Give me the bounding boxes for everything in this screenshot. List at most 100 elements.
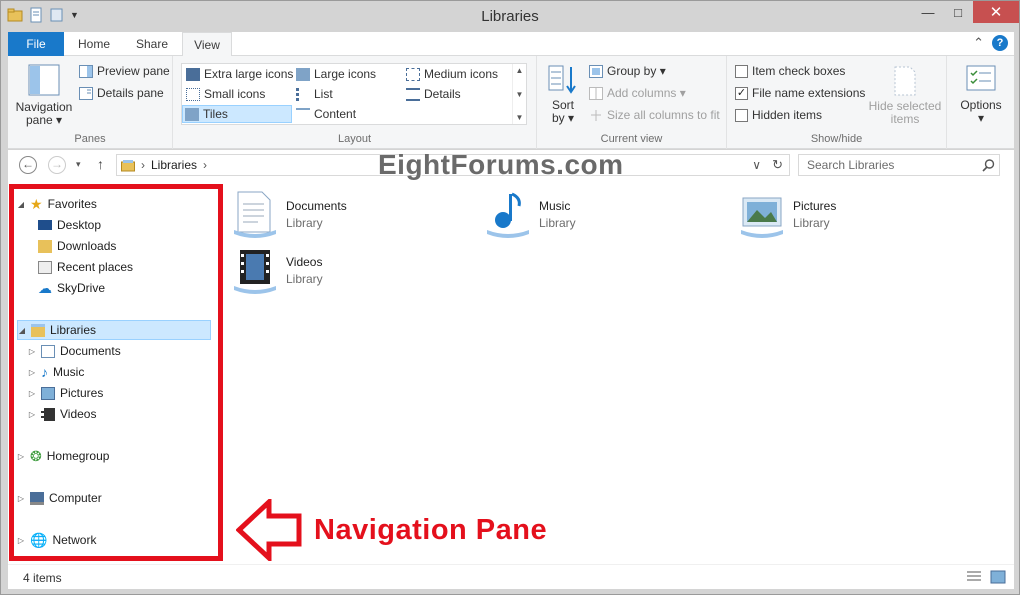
tile-music[interactable]: Music Library	[485, 188, 735, 240]
navigation-pane-highlight	[9, 184, 223, 561]
add-columns-icon	[589, 86, 603, 100]
preview-pane-icon	[79, 64, 93, 78]
window-title: Libraries	[481, 8, 539, 25]
videos-icon	[234, 250, 276, 294]
size-columns-icon	[591, 109, 601, 121]
tile-type: Library	[286, 215, 323, 230]
layout-content[interactable]: Content	[294, 105, 358, 123]
libraries-icon	[121, 159, 135, 171]
ribbon-tabs: File Home Share View ⌃ ?	[8, 32, 1014, 57]
refresh-icon[interactable]: ↻	[772, 157, 783, 173]
documents-icon	[234, 191, 276, 238]
address-separator-icon: ›	[141, 158, 145, 172]
watermark: EightForums.com	[378, 149, 624, 180]
layout-details[interactable]: Details	[404, 85, 463, 103]
navigation-pane-button[interactable]: Navigation pane ▾	[14, 64, 74, 127]
layout-item-label: Details	[424, 87, 461, 101]
content-area: ◢ ★ Favorites Desktop Downloads Recent p…	[8, 180, 1014, 564]
layout-list[interactable]: List	[294, 85, 335, 103]
details-pane-button[interactable]: Details pane	[79, 86, 164, 100]
layout-tiles[interactable]: Tiles	[182, 105, 292, 123]
status-bar: 4 items	[8, 564, 1014, 589]
navigation-pane-icon	[28, 64, 60, 96]
options-arrow: ▾	[977, 111, 985, 125]
group-by-label: Group by ▾	[607, 64, 666, 78]
item-check-boxes-label: Item check boxes	[752, 64, 846, 78]
layout-medium-icons[interactable]: Medium icons	[404, 65, 500, 83]
size-all-columns-button[interactable]: Size all columns to fit	[589, 108, 720, 122]
scroll-down-icon[interactable]: ▼	[516, 90, 524, 99]
layout-item-label: List	[314, 87, 333, 101]
address-separator-icon: ›	[203, 158, 208, 172]
current-view-group: Sort by ▾ Group by ▾ Add columns ▾ Size …	[537, 56, 727, 149]
layout-item-label: Content	[314, 107, 357, 121]
tile-pictures[interactable]: Pictures Library	[739, 188, 989, 240]
details-view-icon[interactable]	[966, 570, 982, 584]
tile-documents[interactable]: Documents Library	[232, 188, 482, 240]
layout-small-icons[interactable]: Small icons	[184, 85, 267, 103]
search-icon[interactable]	[982, 159, 995, 172]
sort-by-button[interactable]: Sort by ▾	[545, 64, 581, 125]
add-columns-button[interactable]: Add columns ▾	[589, 86, 686, 100]
tile-type: Library	[539, 215, 576, 230]
add-columns-label: Add columns ▾	[607, 86, 686, 100]
layout-extra-large-icons[interactable]: Extra large icons	[184, 65, 295, 83]
file-name-extensions-checkbox[interactable]: ✓	[735, 86, 748, 100]
breadcrumb-libraries[interactable]: Libraries	[151, 158, 197, 172]
extra-large-icons-icon	[186, 67, 200, 81]
maximize-button[interactable]: □	[943, 1, 973, 23]
navigation-pane: ◢ ★ Favorites Desktop Downloads Recent p…	[8, 180, 223, 564]
file-name-extensions-toggle[interactable]: ✓ File name extensions	[735, 86, 865, 100]
tab-share[interactable]: Share	[126, 32, 178, 56]
help-icon[interactable]: ?	[992, 35, 1008, 51]
group-by-button[interactable]: Group by ▾	[589, 64, 666, 78]
hide-selected-items-button[interactable]: Hide selected items	[867, 66, 943, 126]
layout-item-label: Extra large icons	[204, 67, 294, 81]
options-button[interactable]: Options ▾	[952, 64, 1010, 125]
size-all-columns-label: Size all columns to fit	[607, 108, 720, 122]
layout-item-label: Small icons	[204, 87, 266, 101]
item-check-boxes-checkbox[interactable]	[735, 64, 748, 78]
item-check-boxes-toggle[interactable]: Item check boxes	[735, 64, 845, 78]
panes-group-label: Panes	[74, 133, 106, 145]
options-icon	[966, 65, 996, 91]
up-button[interactable]: ↑	[97, 156, 104, 172]
layout-group-label: Layout	[337, 133, 372, 145]
tab-file[interactable]: File	[8, 32, 64, 56]
navigation-pane-callout: Navigation Pane	[236, 499, 547, 561]
tab-view[interactable]: View	[182, 32, 232, 57]
collapse-ribbon-icon[interactable]: ⌃	[973, 35, 984, 51]
back-button[interactable]: ←	[19, 156, 37, 174]
preview-pane-button[interactable]: Preview pane	[79, 64, 170, 78]
sort-by-label-2: by ▾	[551, 111, 575, 125]
expand-gallery-icon[interactable]: ▼	[516, 113, 524, 122]
navigation-pane-label-2: pane ▾	[25, 113, 63, 127]
hidden-items-checkbox[interactable]	[735, 108, 748, 122]
title-bar: ▼ Libraries — □ ✕	[1, 1, 1019, 31]
recent-locations-icon[interactable]: ▾	[76, 159, 81, 170]
medium-icons-icon	[406, 67, 420, 81]
search-input[interactable]: Search Libraries	[798, 154, 1000, 176]
layout-gallery: Extra large icons Large icons Medium ico…	[181, 63, 527, 125]
music-icon	[487, 192, 529, 238]
large-icons-icon	[296, 67, 310, 81]
callout-text: Navigation Pane	[314, 513, 548, 546]
large-icons-view-icon[interactable]	[990, 570, 1006, 584]
layout-gallery-scroll[interactable]: ▲ ▼ ▼	[512, 64, 526, 124]
layout-large-icons[interactable]: Large icons	[294, 65, 378, 83]
preview-pane-label: Preview pane	[97, 64, 170, 78]
address-dropdown-icon[interactable]: ∨	[752, 158, 761, 172]
details-pane-label: Details pane	[97, 86, 164, 100]
hidden-items-toggle[interactable]: Hidden items	[735, 108, 822, 122]
close-button[interactable]: ✕	[973, 1, 1019, 23]
scroll-up-icon[interactable]: ▲	[516, 66, 524, 75]
hidden-items-label: Hidden items	[752, 108, 823, 122]
pictures-icon	[741, 197, 783, 238]
item-count: 4 items	[23, 571, 62, 585]
minimize-button[interactable]: —	[913, 1, 943, 23]
forward-button[interactable]: →	[48, 156, 66, 174]
small-icons-icon	[186, 87, 200, 101]
options-group: Options ▾	[947, 56, 1014, 149]
tile-videos[interactable]: Videos Library	[232, 244, 482, 296]
tab-home[interactable]: Home	[68, 32, 120, 56]
